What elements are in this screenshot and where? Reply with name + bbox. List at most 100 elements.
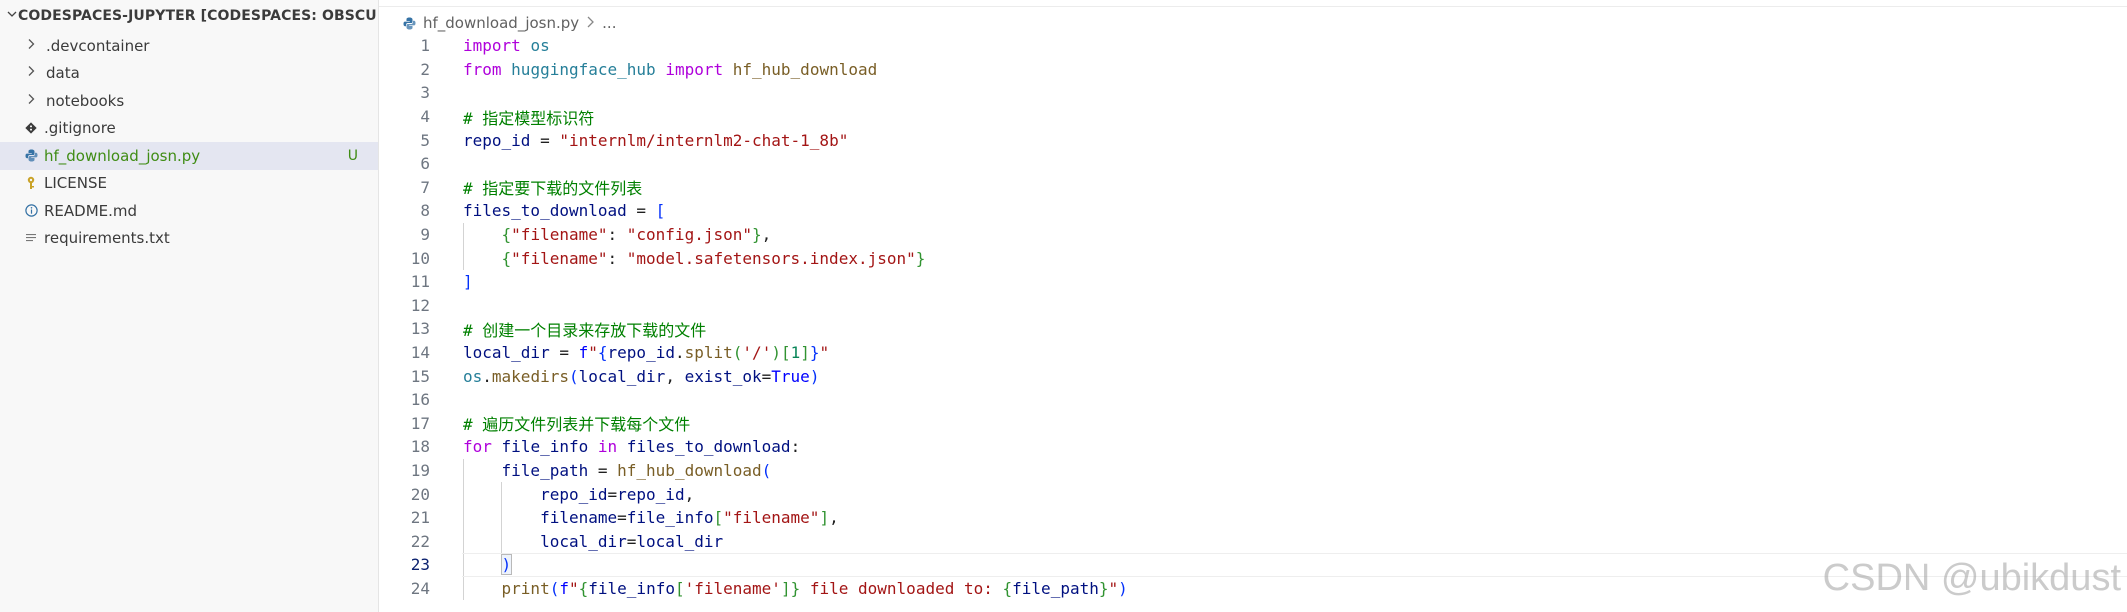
- tree-item-label: notebooks: [46, 91, 125, 110]
- code-line[interactable]: 22 local_dir=local_dir: [379, 529, 2127, 554]
- token: [: [780, 343, 791, 363]
- tree-folder[interactable]: .devcontainer: [0, 32, 378, 60]
- code-line[interactable]: 20 repo_id=repo_id,: [379, 482, 2127, 506]
- tree-item-label: data: [46, 64, 80, 83]
- line-number: 16: [410, 390, 430, 410]
- line-number: 15: [410, 366, 430, 386]
- line-number: 21: [410, 508, 430, 528]
- code-line[interactable]: 12: [379, 294, 2127, 318]
- code-text: # 指定模型标识符: [463, 105, 594, 129]
- token: (: [761, 460, 772, 480]
- token: file_path: [501, 460, 589, 480]
- code-text: from huggingface_hub import hf_hub_downl…: [463, 60, 877, 79]
- line-number: 2: [420, 59, 430, 79]
- code-line[interactable]: 15 os.makedirs(local_dir, exist_ok=True): [379, 364, 2127, 388]
- chevron-right-icon: [26, 65, 42, 81]
- code-line[interactable]: 21 filename=file_info["filename"],: [379, 505, 2127, 530]
- tree-file[interactable]: .gitignore: [0, 115, 378, 143]
- line-number: 13: [410, 319, 430, 339]
- code-line[interactable]: 17 # 遍历文件列表并下载每个文件: [379, 412, 2127, 436]
- token: ,: [829, 508, 839, 528]
- code-editor[interactable]: hf_download_josn.py ... 1 import os 2 from …: [379, 0, 2127, 612]
- code-text: # 指定要下载的文件列表: [463, 175, 642, 199]
- code-line[interactable]: 18 for file_info in files_to_download:: [379, 435, 2127, 459]
- line-number: 10: [410, 248, 430, 268]
- code-area[interactable]: 1 import os 2 from huggingface_hub import h…: [379, 34, 2127, 601]
- token: filename: [540, 508, 618, 528]
- explorer-sidebar: CODESPACES-JUPYTER [CODESPACES: OBSCURE …: [0, 0, 379, 612]
- code-line[interactable]: 4 # 指定模型标识符: [379, 105, 2127, 129]
- token: }: [752, 225, 762, 245]
- token: {: [597, 343, 608, 363]
- tree-file[interactable]: requirements.txt: [0, 225, 378, 253]
- tree-file[interactable]: LICENSE: [0, 170, 378, 198]
- token: ,: [684, 484, 695, 504]
- code-line[interactable]: 13 # 创建一个目录来存放下载的文件: [379, 317, 2127, 341]
- tree-item-label: .devcontainer: [46, 36, 150, 55]
- token: :: [790, 437, 801, 457]
- line-number: 3: [420, 83, 430, 103]
- code-line[interactable]: 2 from huggingface_hub import hf_hub_down…: [379, 58, 2127, 82]
- tree-folder[interactable]: data: [0, 60, 378, 88]
- code-line[interactable]: 11]: [379, 270, 2127, 294]
- token: file downloaded to:: [800, 578, 1003, 598]
- code-line[interactable]: 6: [379, 152, 2127, 176]
- code-line[interactable]: 7 # 指定要下载的文件列表: [379, 176, 2127, 200]
- token: files_to_download: [626, 437, 791, 457]
- git-icon: [22, 122, 40, 134]
- token: # 遍历文件列表并下载每个文件: [463, 415, 691, 435]
- code-line[interactable]: 16: [379, 388, 2127, 412]
- code-text: ]: [463, 272, 473, 291]
- token: hf_hub_download: [617, 460, 762, 480]
- breadcrumb-more[interactable]: ...: [602, 14, 616, 32]
- untracked-badge: U: [347, 147, 358, 164]
- breadcrumb-file[interactable]: hf_download_josn.py: [423, 14, 579, 32]
- token: repo_id: [540, 484, 608, 504]
- code-line[interactable]: 14 local_dir = f"{repo_id.split('/')[1]}": [379, 341, 2127, 365]
- token: (: [549, 578, 560, 598]
- line-number: 24: [410, 578, 430, 598]
- code-text: # 创建一个目录来存放下载的文件: [463, 317, 706, 341]
- code-text: import os: [463, 36, 550, 55]
- code-line[interactable]: 5 repo_id = "internlm/internlm2-chat-1_8b…: [379, 128, 2127, 152]
- token: ): [771, 343, 781, 363]
- tree-file[interactable]: README.md: [0, 197, 378, 225]
- code-line[interactable]: 19 file_path = hf_hub_download(: [379, 458, 2127, 483]
- code-line[interactable]: 3: [379, 81, 2127, 105]
- token: import: [463, 36, 521, 56]
- token: "filename": [723, 508, 820, 528]
- text-lines-icon: [22, 232, 40, 244]
- token: from: [463, 59, 502, 79]
- code-line[interactable]: 1 import os: [379, 34, 2127, 58]
- code-text: repo_id=repo_id,: [463, 485, 694, 504]
- token: }: [790, 578, 801, 598]
- token: ]: [819, 508, 830, 528]
- token: "filename": [511, 248, 608, 268]
- token: ": [1108, 578, 1119, 598]
- token: 1: [790, 343, 801, 363]
- token: =: [549, 343, 579, 363]
- explorer-root-header[interactable]: CODESPACES-JUPYTER [CODESPACES: OBSCURE …: [0, 0, 378, 32]
- python-icon: [403, 17, 416, 30]
- token: }: [809, 343, 820, 363]
- token: file_info: [626, 508, 714, 528]
- tree-folder[interactable]: notebooks: [0, 87, 378, 115]
- code-line[interactable]: 8 files_to_download = [: [379, 199, 2127, 223]
- code-text: file_path = hf_hub_download(: [463, 460, 772, 480]
- code-text: ): [463, 554, 513, 576]
- code-line[interactable]: 10 {"filename": "model.safetensors.index…: [379, 246, 2127, 270]
- line-number: 8: [420, 201, 430, 221]
- code-text: repo_id = "internlm/internlm2-chat-1_8b": [463, 131, 848, 150]
- code-text: filename=file_info["filename"],: [463, 508, 839, 527]
- tree-file[interactable]: hf_download_josn.py U: [0, 142, 378, 170]
- code-text: print(f"{file_info['filename']} file dow…: [463, 579, 1128, 598]
- code-line[interactable]: 9 {"filename": "config.json"},: [379, 222, 2127, 247]
- tree-item-label: requirements.txt: [44, 229, 170, 248]
- token: ": [819, 343, 830, 363]
- token: "internlm/internlm2-chat-1_8b": [559, 130, 849, 150]
